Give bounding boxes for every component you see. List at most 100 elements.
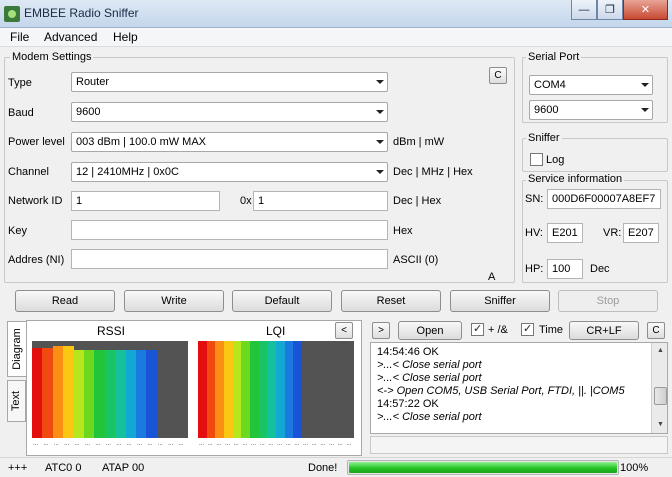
tick-mark: ...: [311, 441, 317, 447]
chevron-down-icon: [376, 80, 384, 84]
serial-baud-select[interactable]: 9600: [529, 100, 653, 120]
key-input[interactable]: [71, 220, 388, 240]
close-button[interactable]: ✕: [623, 0, 668, 20]
signal-bar: [52, 345, 64, 438]
mode-indicator: A: [488, 271, 496, 283]
progress-bar: [347, 460, 619, 475]
plus-checkbox[interactable]: [471, 322, 484, 336]
key-units: Hex: [393, 225, 413, 237]
modem-clear-button[interactable]: C: [489, 67, 507, 84]
power-label: Power level: [8, 136, 65, 148]
network-id-hex-input[interactable]: 1: [253, 191, 388, 211]
sniffer-button[interactable]: Sniffer: [450, 290, 550, 312]
power-select[interactable]: 003 dBm | 100.0 mW MAX: [71, 132, 388, 152]
tick-mark: ...: [85, 441, 91, 447]
tick-mark: ...: [277, 441, 283, 447]
open-button[interactable]: Open: [398, 321, 462, 340]
close-icon: ✕: [640, 4, 651, 16]
hp-label: HP:: [525, 263, 544, 275]
time-checkbox[interactable]: [521, 322, 534, 336]
console-expand-button[interactable]: >: [372, 322, 390, 339]
tab-text[interactable]: Text: [7, 380, 26, 422]
baud-select[interactable]: 9600: [71, 102, 388, 122]
signal-bar: [84, 349, 95, 438]
log-line: 14:54:46 OK: [377, 346, 439, 358]
tick-mark: ...: [147, 441, 153, 447]
tick-mark: ...: [207, 441, 213, 447]
baud-value: 9600: [76, 106, 101, 118]
log-line: >...< Close serial port: [377, 359, 482, 371]
tick-mark: ...: [216, 441, 222, 447]
scroll-up-icon[interactable]: ▲: [653, 343, 667, 358]
log-checkbox[interactable]: [530, 153, 543, 166]
tick-mark: ...: [233, 441, 239, 447]
console-log[interactable]: 14:54:46 OK >...< Close serial port >...…: [370, 342, 668, 434]
minimize-button[interactable]: —: [571, 0, 597, 20]
channel-units: Dec | MHz | Hex: [393, 166, 473, 178]
serial-port-select[interactable]: COM4: [529, 75, 653, 95]
tick-mark: ...: [33, 441, 39, 447]
maximize-button[interactable]: ❐: [597, 0, 623, 20]
tick-mark: ...: [53, 441, 59, 447]
signal-bar: [73, 349, 85, 438]
rssi-tick-row: ........................................…: [32, 441, 188, 451]
scroll-down-icon[interactable]: ▼: [653, 417, 667, 432]
chevron-down-icon: [641, 108, 649, 112]
hp-field: 100: [547, 259, 583, 279]
serial-port-value: COM4: [534, 79, 566, 91]
app-icon: [4, 6, 20, 22]
tick-mark: ...: [64, 441, 70, 447]
diagram-collapse-button[interactable]: <: [335, 322, 353, 339]
channel-label: Channel: [8, 166, 49, 178]
tick-mark: ...: [346, 441, 352, 447]
sn-label: SN:: [525, 193, 544, 205]
tab-diagram[interactable]: Diagram: [7, 321, 26, 377]
signal-bar: [32, 347, 43, 438]
write-button[interactable]: Write: [124, 290, 224, 312]
signal-bar: [94, 349, 106, 438]
menu-advanced[interactable]: Advanced: [44, 30, 97, 44]
progress-text: 100%: [620, 462, 649, 474]
log-line: >...< Close serial port: [377, 372, 482, 384]
tick-mark: ...: [137, 441, 143, 447]
type-value: Router: [76, 76, 110, 88]
menu-file[interactable]: File: [10, 30, 29, 44]
menu-bar: [0, 28, 672, 47]
rssi-title: RSSI: [97, 324, 126, 338]
chevron-down-icon: [376, 140, 384, 144]
vr-field: E207: [623, 223, 659, 243]
address-units: ASCII (0): [393, 254, 439, 266]
tab-diagram-label: Diagram: [11, 328, 24, 370]
default-button[interactable]: Default: [232, 290, 332, 312]
log-line: >...< Close serial port: [377, 411, 482, 423]
hp-unit: Dec: [590, 263, 610, 275]
read-button[interactable]: Read: [15, 290, 115, 312]
network-id-dec-input[interactable]: 1: [71, 191, 220, 211]
tick-mark: ...: [329, 441, 335, 447]
channel-select[interactable]: 12 | 2410MHz | 0x0C: [71, 162, 388, 182]
power-units: dBm | mW: [393, 136, 445, 148]
type-label: Type: [8, 77, 32, 89]
hv-label: HV:: [525, 227, 543, 239]
menu-help[interactable]: Help: [113, 30, 138, 44]
address-input[interactable]: [71, 249, 388, 269]
lqi-tick-row: ........................................…: [198, 441, 354, 451]
signal-bar: [104, 349, 116, 438]
type-select[interactable]: Router: [71, 72, 388, 92]
signal-bar: [136, 349, 147, 438]
tick-mark: ...: [294, 441, 300, 447]
signal-bar: [63, 345, 75, 438]
scroll-thumb[interactable]: [654, 387, 667, 405]
reset-button[interactable]: Reset: [341, 290, 441, 312]
console-footer: [370, 436, 668, 454]
log-line: 14:57:22 OK: [377, 398, 439, 410]
console-scrollbar[interactable]: ▲ ▼: [651, 343, 667, 433]
service-info-title: Service information: [526, 173, 625, 185]
vr-label: VR:: [603, 227, 622, 239]
status-done: Done!: [308, 462, 338, 474]
tick-mark: ...: [337, 441, 343, 447]
crlf-button[interactable]: CR+LF: [569, 321, 639, 340]
baud-label: Baud: [8, 107, 34, 119]
tick-mark: ...: [74, 441, 80, 447]
console-clear-button[interactable]: C: [647, 322, 665, 339]
